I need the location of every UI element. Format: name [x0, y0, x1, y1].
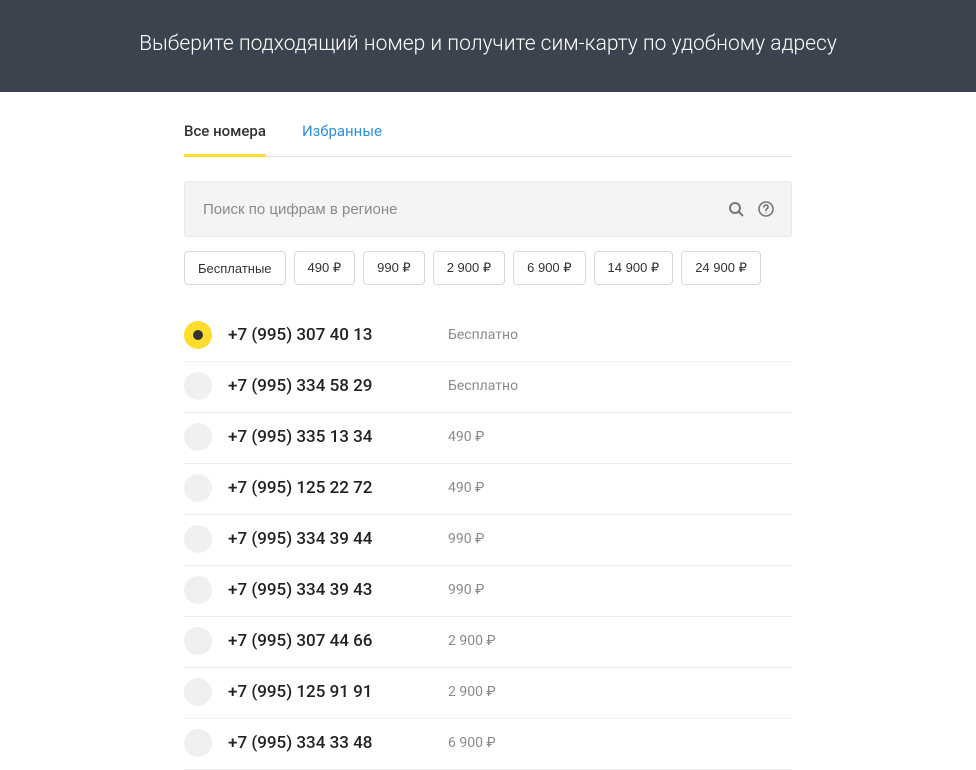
number-row[interactable]: +7 (995) 334 39 44 990 ₽ — [184, 515, 792, 566]
filter-chip[interactable]: Бесплатные — [184, 251, 286, 285]
filter-chip[interactable]: 14 900 ₽ — [594, 251, 674, 285]
number-row[interactable]: +7 (995) 334 39 43 990 ₽ — [184, 566, 792, 617]
tab-favorites[interactable]: Избранные — [302, 108, 382, 157]
phone-number: +7 (995) 335 13 34 — [228, 427, 438, 447]
main-container: Все номера Избранные Бесплатные4 — [184, 108, 792, 770]
number-row[interactable]: +7 (995) 307 40 13 Бесплатно — [184, 321, 792, 362]
radio-button[interactable] — [184, 729, 212, 757]
search-icons — [727, 200, 775, 218]
phone-number: +7 (995) 307 40 13 — [228, 325, 438, 345]
filter-chip[interactable]: 24 900 ₽ — [681, 251, 761, 285]
search-bar — [184, 181, 792, 237]
filter-chip[interactable]: 6 900 ₽ — [513, 251, 585, 285]
filter-chip[interactable]: 990 ₽ — [363, 251, 425, 285]
radio-button[interactable] — [184, 576, 212, 604]
number-row[interactable]: +7 (995) 125 22 72 490 ₽ — [184, 464, 792, 515]
radio-button[interactable] — [184, 423, 212, 451]
radio-button[interactable] — [184, 321, 212, 349]
number-row[interactable]: +7 (995) 334 58 29 Бесплатно — [184, 362, 792, 413]
number-row[interactable]: +7 (995) 335 13 34 490 ₽ — [184, 413, 792, 464]
price-label: 2 900 ₽ — [448, 684, 496, 700]
radio-button[interactable] — [184, 474, 212, 502]
filter-chip[interactable]: 2 900 ₽ — [433, 251, 505, 285]
price-label: 490 ₽ — [448, 429, 484, 445]
price-label: 6 900 ₽ — [448, 735, 496, 751]
radio-button[interactable] — [184, 372, 212, 400]
tab-label: Все номера — [184, 122, 266, 140]
radio-button[interactable] — [184, 525, 212, 553]
help-icon[interactable] — [757, 200, 775, 218]
hero-title: Выберите подходящий номер и получите сим… — [139, 32, 837, 56]
phone-number: +7 (995) 125 22 72 — [228, 478, 438, 498]
phone-number: +7 (995) 307 44 66 — [228, 631, 438, 651]
phone-number: +7 (995) 334 33 48 — [228, 733, 438, 753]
price-label: Бесплатно — [448, 378, 518, 394]
tab-all-numbers[interactable]: Все номера — [184, 108, 266, 157]
radio-button[interactable] — [184, 678, 212, 706]
price-label: 990 ₽ — [448, 531, 484, 547]
tab-label: Избранные — [302, 122, 382, 140]
search-input[interactable] — [203, 201, 727, 218]
number-row[interactable]: +7 (995) 125 91 91 2 900 ₽ — [184, 668, 792, 719]
phone-number: +7 (995) 334 58 29 — [228, 376, 438, 396]
price-label: 2 900 ₽ — [448, 633, 496, 649]
phone-number: +7 (995) 125 91 91 — [228, 682, 438, 702]
price-filters: Бесплатные490 ₽990 ₽2 900 ₽6 900 ₽ 14 900… — [184, 251, 792, 285]
price-label: 990 ₽ — [448, 582, 484, 598]
hero-banner: Выберите подходящий номер и получите сим… — [0, 0, 976, 92]
phone-number: +7 (995) 334 39 43 — [228, 580, 438, 600]
price-label: Бесплатно — [448, 327, 518, 343]
number-row[interactable]: +7 (995) 334 33 48 6 900 ₽ — [184, 719, 792, 770]
number-list: +7 (995) 307 40 13Бесплатно+7 (995) 334 … — [184, 321, 792, 770]
phone-number: +7 (995) 334 39 44 — [228, 529, 438, 549]
filter-chip[interactable]: 490 ₽ — [294, 251, 356, 285]
price-label: 490 ₽ — [448, 480, 484, 496]
search-icon[interactable] — [727, 200, 745, 218]
radio-button[interactable] — [184, 627, 212, 655]
tabs: Все номера Избранные — [184, 108, 792, 157]
number-row[interactable]: +7 (995) 307 44 66 2 900 ₽ — [184, 617, 792, 668]
